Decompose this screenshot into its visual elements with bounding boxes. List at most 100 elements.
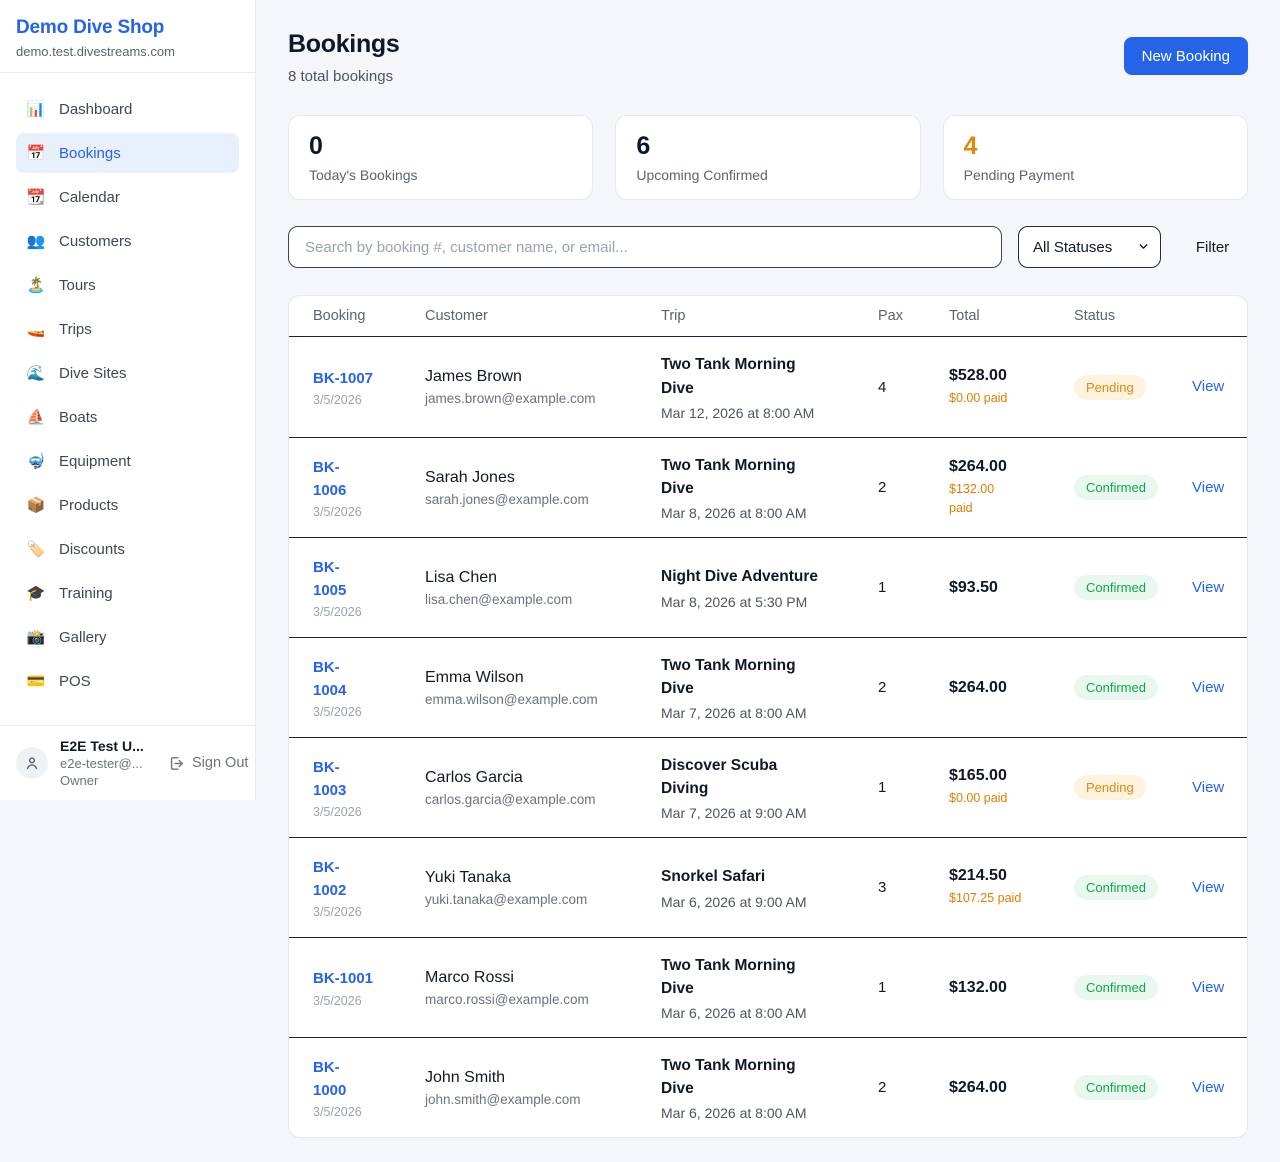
search-input[interactable] xyxy=(288,226,1002,268)
status-cell: Confirmed xyxy=(1074,475,1192,500)
table-row: BK- 1004 3/5/2026 Emma Wilson emma.wilso… xyxy=(289,637,1247,737)
booking-id-link[interactable]: BK-1001 xyxy=(313,967,373,990)
sidebar-item-label: Trips xyxy=(59,321,92,338)
sidebar-item-label: Gallery xyxy=(59,629,107,646)
view-link[interactable]: View xyxy=(1192,579,1224,596)
sidebar-item-calendar[interactable]: 📆 Calendar xyxy=(16,177,239,217)
pax-cell: 1 xyxy=(878,579,949,596)
trip-datetime: Mar 6, 2026 at 9:00 AM xyxy=(661,894,878,910)
sidebar-item-products[interactable]: 📦 Products xyxy=(16,485,239,525)
status-select[interactable]: All Statuses xyxy=(1018,226,1161,268)
sidebar-item-trips[interactable]: 🚤 Trips xyxy=(16,309,239,349)
trip-datetime: Mar 6, 2026 at 8:00 AM xyxy=(661,1005,878,1021)
filter-button[interactable]: Filter xyxy=(1177,226,1248,268)
actions-cell: View xyxy=(1192,378,1224,396)
pax-cell: 1 xyxy=(878,779,949,796)
view-link[interactable]: View xyxy=(1192,779,1224,796)
customer-email: carlos.garcia@example.com xyxy=(425,792,661,807)
customer-cell: Sarah Jones sarah.jones@example.com xyxy=(425,469,661,507)
table-row: BK-1007 3/5/2026 James Brown james.brown… xyxy=(289,337,1247,437)
sidebar-item-gallery[interactable]: 📸 Gallery xyxy=(16,617,239,657)
booking-id-link[interactable]: BK- 1006 xyxy=(313,456,346,503)
sidebar-item-equipment[interactable]: 🤿 Equipment xyxy=(16,441,239,481)
booking-id-link[interactable]: BK-1007 xyxy=(313,367,373,390)
view-link[interactable]: View xyxy=(1192,1079,1224,1096)
booking-cell: BK-1007 3/5/2026 xyxy=(313,367,425,407)
customer-email: john.smith@example.com xyxy=(425,1092,661,1107)
sidebar-item-pos[interactable]: 💳 POS xyxy=(16,661,239,701)
trip-cell: Snorkel Safari Mar 6, 2026 at 9:00 AM xyxy=(661,865,878,909)
sidebar-item-bookings[interactable]: 📅 Bookings xyxy=(16,133,239,173)
status-badge: Confirmed xyxy=(1074,1075,1158,1100)
graduation-cap-icon: 🎓 xyxy=(26,584,46,602)
view-link[interactable]: View xyxy=(1192,378,1224,395)
avatar xyxy=(16,747,48,779)
sidebar-item-label: Equipment xyxy=(59,453,131,470)
view-link[interactable]: View xyxy=(1192,979,1224,996)
brand-block: Demo Dive Shop demo.test.divestreams.com xyxy=(0,0,255,73)
view-link[interactable]: View xyxy=(1192,679,1224,696)
pax-cell: 1 xyxy=(878,979,949,996)
status-cell: Confirmed xyxy=(1074,675,1192,700)
page-title: Bookings xyxy=(288,30,400,59)
sign-out-button[interactable]: Sign Out xyxy=(168,755,248,772)
stat-card: 4 Pending Payment xyxy=(943,115,1248,200)
bar-chart-icon: 📊 xyxy=(26,100,46,118)
booking-id-link[interactable]: BK- 1000 xyxy=(313,1056,346,1103)
diving-mask-icon: 🤿 xyxy=(26,452,46,470)
pax-cell: 2 xyxy=(878,679,949,696)
sidebar-item-training[interactable]: 🎓 Training xyxy=(16,573,239,613)
bookings-table: Booking Customer Trip Pax Total Status B… xyxy=(288,295,1248,1138)
table-row: BK- 1005 3/5/2026 Lisa Chen lisa.chen@ex… xyxy=(289,537,1247,637)
total-amount: $528.00 xyxy=(949,367,1074,385)
customer-email: lisa.chen@example.com xyxy=(425,592,661,607)
customer-name: Emma Wilson xyxy=(425,669,661,687)
booking-id-link[interactable]: BK- 1003 xyxy=(313,756,346,803)
page-subtitle: 8 total bookings xyxy=(288,68,400,85)
status-cell: Confirmed xyxy=(1074,575,1192,600)
new-booking-button[interactable]: New Booking xyxy=(1124,37,1248,75)
customer-cell: Marco Rossi marco.rossi@example.com xyxy=(425,969,661,1007)
trip-name: Two Tank Morning Dive xyxy=(661,654,878,701)
sidebar-item-discounts[interactable]: 🏷️ Discounts xyxy=(16,529,239,569)
column-header-pax: Pax xyxy=(878,308,949,324)
booking-id-link[interactable]: BK- 1004 xyxy=(313,656,346,703)
total-cell: $528.00 $0.00 paid xyxy=(949,367,1074,408)
booking-id-link[interactable]: BK- 1005 xyxy=(313,556,346,603)
booking-cell: BK- 1004 3/5/2026 xyxy=(313,656,425,720)
trip-datetime: Mar 8, 2026 at 8:00 AM xyxy=(661,505,878,521)
view-link[interactable]: View xyxy=(1192,879,1224,896)
people-icon: 👥 xyxy=(26,232,46,250)
total-cell: $165.00 $0.00 paid xyxy=(949,767,1074,808)
status-badge: Confirmed xyxy=(1074,475,1158,500)
stat-card: 0 Today's Bookings xyxy=(288,115,593,200)
main-content: Bookings 8 total bookings New Booking 0 … xyxy=(256,0,1280,1162)
stats-cards: 0 Today's Bookings 6 Upcoming Confirmed … xyxy=(288,115,1248,200)
customer-email: yuki.tanaka@example.com xyxy=(425,892,661,907)
paid-amount: $0.00 paid xyxy=(949,389,1074,408)
customer-name: Yuki Tanaka xyxy=(425,869,661,887)
user-meta: E2E Test U... e2e-tester@... Owner xyxy=(60,738,156,788)
sidebar-item-label: Products xyxy=(59,497,118,514)
booking-date: 3/5/2026 xyxy=(313,393,425,407)
package-icon: 📦 xyxy=(26,496,46,514)
status-badge: Pending xyxy=(1074,375,1146,400)
stat-value: 0 xyxy=(309,133,572,161)
sidebar-item-label: Dive Sites xyxy=(59,365,127,382)
sidebar-item-label: Training xyxy=(59,585,113,602)
status-badge: Pending xyxy=(1074,775,1146,800)
sidebar-item-dashboard[interactable]: 📊 Dashboard xyxy=(16,89,239,129)
wave-icon: 🌊 xyxy=(26,364,46,382)
view-link[interactable]: View xyxy=(1192,479,1224,496)
user-role: Owner xyxy=(60,773,156,788)
customer-email: marco.rossi@example.com xyxy=(425,992,661,1007)
sidebar-item-tours[interactable]: 🏝️ Tours xyxy=(16,265,239,305)
booking-id-link[interactable]: BK- 1002 xyxy=(313,856,346,903)
sidebar-item-dive-sites[interactable]: 🌊 Dive Sites xyxy=(16,353,239,393)
sidebar-item-boats[interactable]: ⛵ Boats xyxy=(16,397,239,437)
tear-off-calendar-icon: 📆 xyxy=(26,188,46,206)
sidebar-item-customers[interactable]: 👥 Customers xyxy=(16,221,239,261)
status-cell: Confirmed xyxy=(1074,875,1192,900)
booking-cell: BK-1001 3/5/2026 xyxy=(313,967,425,1007)
paid-amount: $107.25 paid xyxy=(949,889,1074,908)
